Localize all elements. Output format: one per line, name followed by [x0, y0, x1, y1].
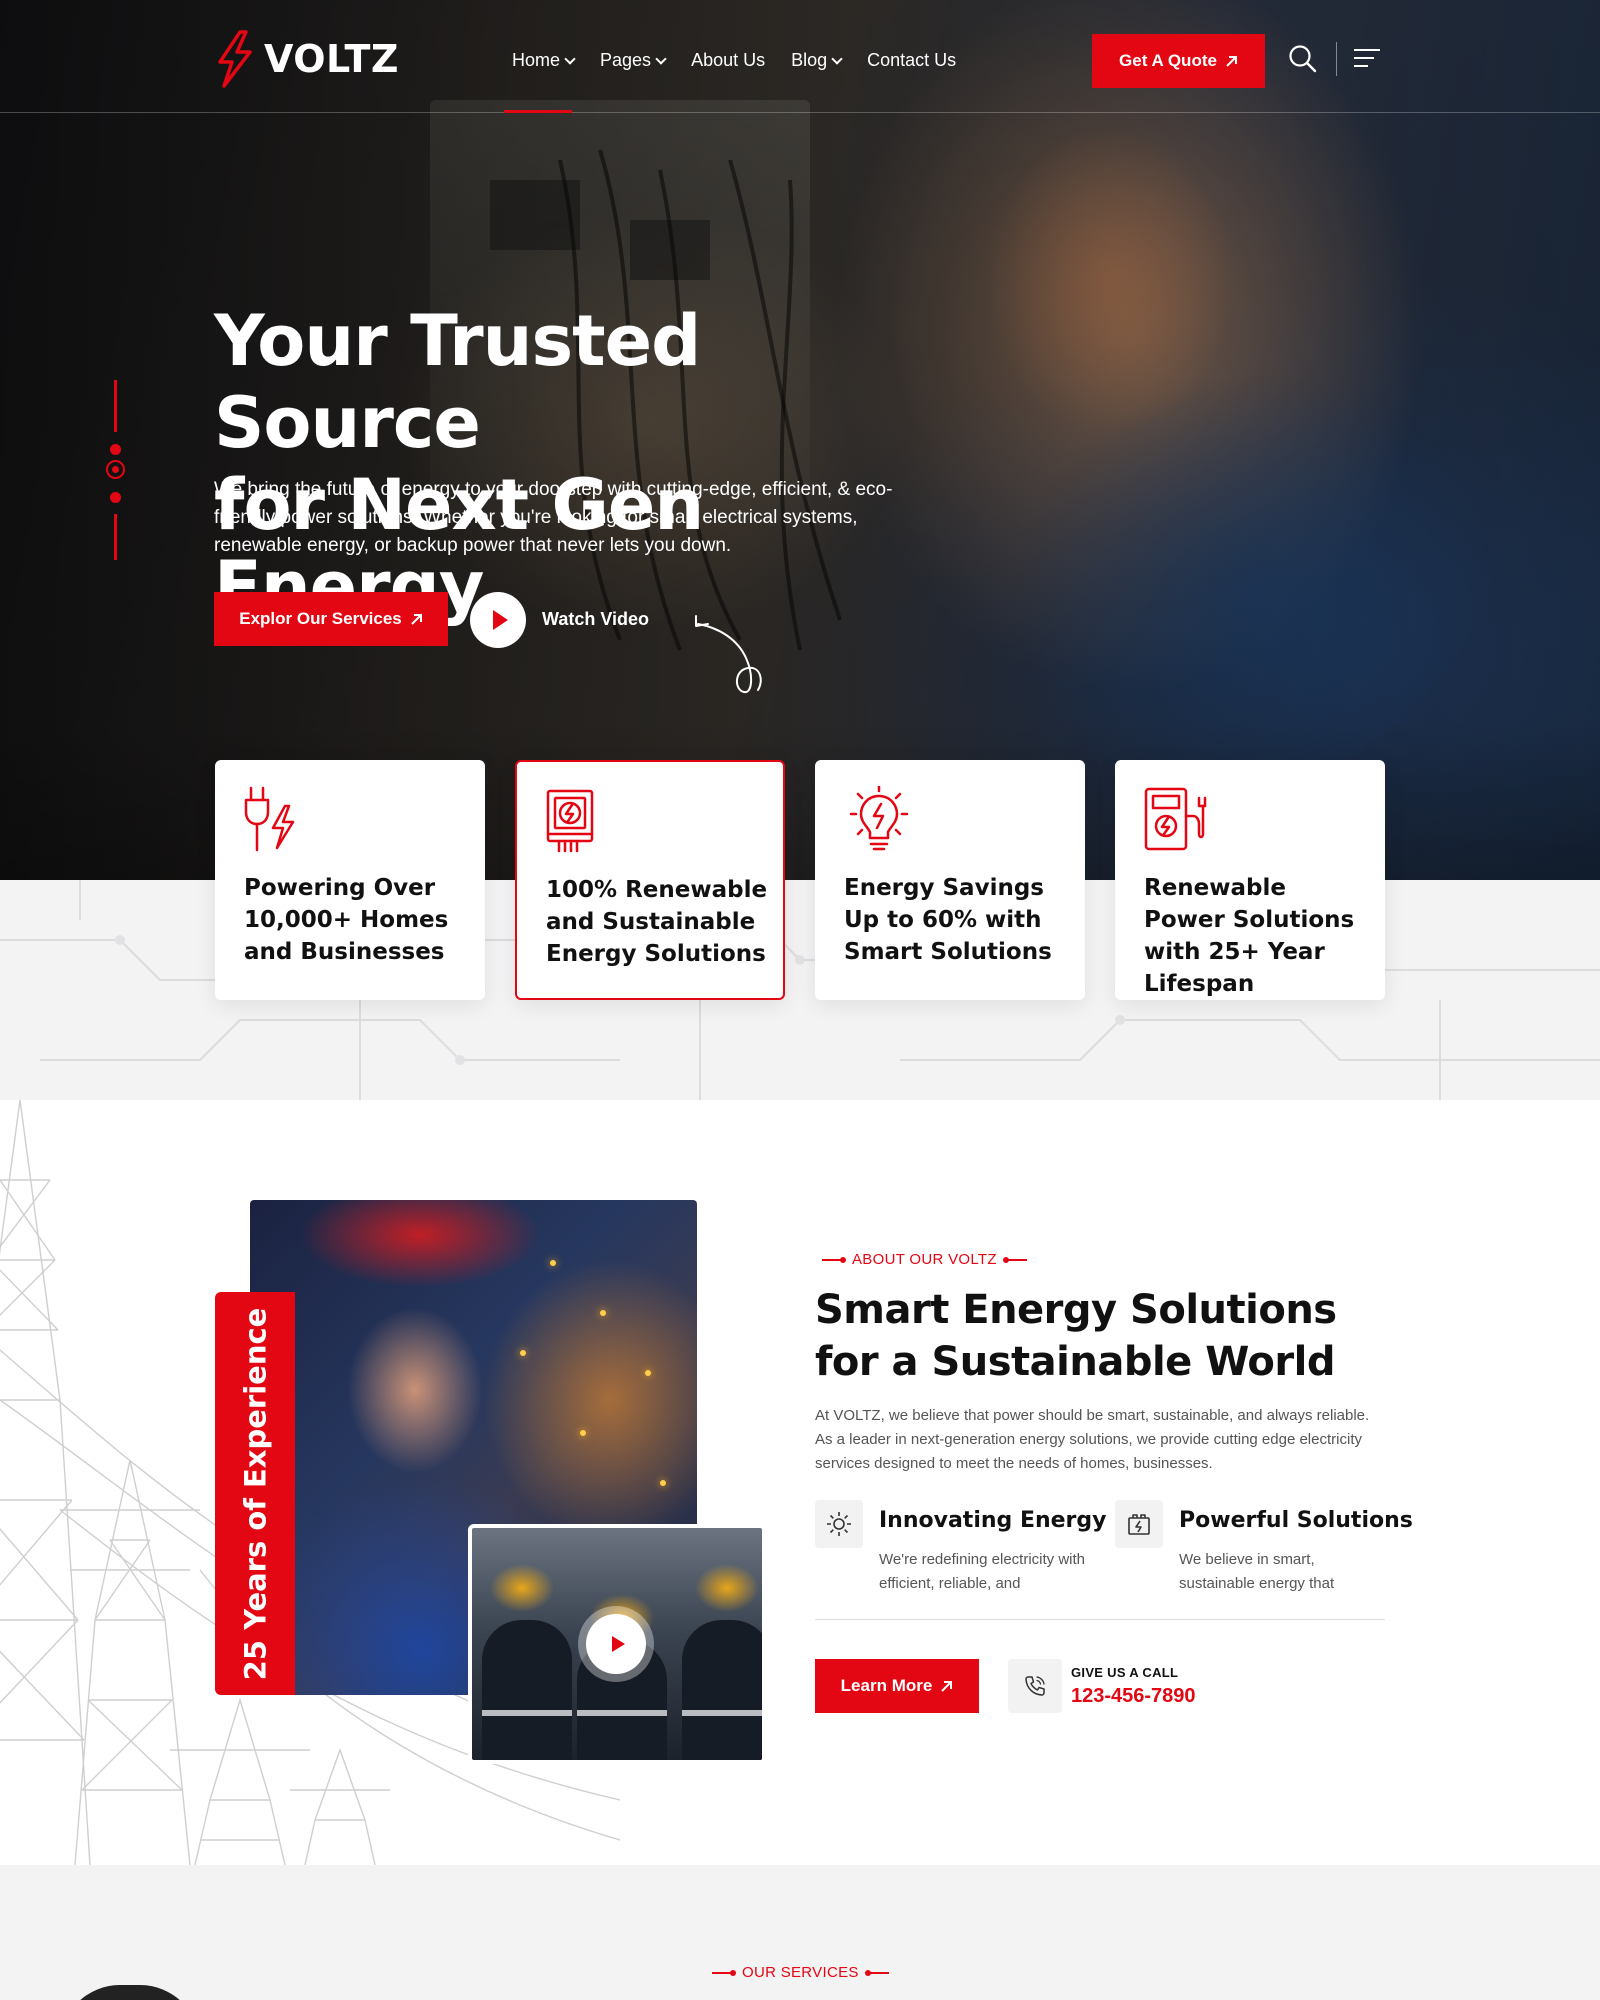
- nav-item-label: Home: [512, 50, 561, 70]
- about-feature-title: Powerful Solutions: [1179, 1508, 1413, 1533]
- watch-video-play-button[interactable]: [470, 592, 526, 648]
- feature-text: Renewable Power Solutions with 25+ Year …: [1144, 875, 1355, 997]
- hamburger-menu-icon[interactable]: [1354, 49, 1380, 73]
- nav-item-contact-us[interactable]: Contact Us: [867, 50, 956, 71]
- eyebrow-line: [712, 1969, 736, 1976]
- image-light-spark: [600, 1310, 606, 1316]
- phone-icon: [1025, 1676, 1045, 1696]
- lightning-logo-icon: [218, 30, 252, 88]
- get-a-quote-button[interactable]: Get A Quote: [1092, 34, 1265, 88]
- arrow-up-right-icon: [1226, 55, 1237, 67]
- about-video-play-button[interactable]: [586, 1614, 646, 1674]
- about-eyebrow: ABOUT OUR VOLTZ: [822, 1251, 1027, 1268]
- site-logo[interactable]: VOLTZ: [214, 30, 399, 88]
- nav-item-label: Pages: [600, 50, 652, 70]
- main-nav: Home Pages About Us Blog Contact Us: [512, 50, 956, 71]
- call-label: GIVE US A CALL: [1071, 1665, 1179, 1680]
- slider-line: [114, 514, 117, 560]
- feature-card-active[interactable]: 100% Renewable and Sustainable Energy So…: [515, 760, 785, 1000]
- nav-item-about-us[interactable]: About Us: [691, 50, 765, 71]
- experience-badge: 25 Years of Experience: [215, 1292, 295, 1695]
- nav-item-blog[interactable]: Blog: [791, 50, 843, 71]
- slider-dot-active[interactable]: [106, 460, 125, 479]
- curly-arrow-icon: [695, 615, 762, 694]
- nav-item-pages[interactable]: Pages: [600, 50, 667, 71]
- about-title-line-2: for a Sustainable World: [815, 1339, 1335, 1385]
- hero-title: Your Trusted Source for Next Gen Energy: [214, 300, 974, 628]
- hero-slider-pagination: [106, 380, 126, 560]
- chevron-down-icon: [564, 52, 576, 65]
- chevron-down-icon: [655, 52, 667, 65]
- nav-item-home[interactable]: Home: [512, 50, 576, 71]
- eyebrow-line: [822, 1256, 846, 1263]
- play-icon: [611, 1636, 625, 1652]
- energy-meter-icon: [546, 789, 594, 853]
- slider-dot[interactable]: [110, 444, 121, 455]
- about-feature-description: We believe in smart, sustainable energy …: [1179, 1551, 1335, 1592]
- learn-more-label: Learn More: [840, 1676, 933, 1695]
- battery-panel-svg: [1128, 1514, 1150, 1535]
- innovation-gear-svg: [827, 1512, 851, 1536]
- about-section: 25 Years of Experience: [0, 1100, 1600, 1865]
- chevron-down-icon: [831, 52, 843, 65]
- nav-active-indicator: [504, 110, 572, 113]
- image-light-spark: [645, 1370, 651, 1376]
- learn-more-button[interactable]: Learn More: [815, 1659, 979, 1713]
- nav-item-label: About Us: [691, 50, 766, 70]
- arrow-up-right-icon: [941, 1680, 953, 1692]
- about-eyebrow-text: ABOUT OUR VOLTZ: [852, 1251, 997, 1268]
- explore-services-button[interactable]: Explor Our Services: [214, 592, 448, 646]
- image-worker: [482, 1620, 572, 1760]
- about-title-line-1: Smart Energy Solutions: [815, 1287, 1337, 1333]
- image-light-spark: [550, 1260, 556, 1266]
- about-feature-title: Innovating Energy: [879, 1508, 1107, 1533]
- eyebrow-line: [1002, 1256, 1027, 1263]
- about-feature-description: We're redefining electricity with effici…: [879, 1551, 1086, 1592]
- slider-dot[interactable]: [110, 492, 121, 503]
- feature-text: 100% Renewable and Sustainable Energy So…: [546, 877, 768, 967]
- nav-item-label: Contact Us: [867, 50, 957, 70]
- image-light-spark: [520, 1350, 526, 1356]
- services-eyebrow-text: OUR SERVICES: [742, 1964, 859, 1981]
- call-number-link[interactable]: 123-456-7890: [1071, 1685, 1196, 1708]
- logo-text: VOLTZ: [264, 37, 399, 81]
- hero-section: VOLTZ Home Pages About Us Blog Contact U…: [0, 0, 1600, 880]
- feature-card[interactable]: Energy Savings Up to 60% with Smart Solu…: [815, 760, 1085, 1000]
- header-divider: [1336, 42, 1337, 76]
- nav-item-label: Blog: [791, 50, 828, 70]
- phone-call-icon[interactable]: [1008, 1659, 1062, 1713]
- feature-text: Energy Savings Up to 60% with Smart Solu…: [844, 875, 1052, 965]
- watch-video-label[interactable]: Watch Video: [542, 609, 649, 630]
- plug-bolt-icon: [244, 786, 295, 852]
- eyebrow-line: [864, 1969, 889, 1976]
- image-worker: [682, 1620, 762, 1760]
- feature-card[interactable]: Renewable Power Solutions with 25+ Year …: [1115, 760, 1385, 1000]
- hero-title-line-1: Your Trusted Source: [214, 300, 701, 464]
- battery-panel-icon: [1115, 1500, 1163, 1548]
- play-icon: [492, 610, 508, 630]
- get-a-quote-label: Get A Quote: [1119, 51, 1217, 70]
- feature-card[interactable]: Powering Over 10,000+ Homes and Business…: [215, 760, 485, 1000]
- site-header: VOLTZ Home Pages About Us Blog Contact U…: [0, 0, 1600, 113]
- hero-description: We bring the future of energy to your do…: [214, 479, 893, 556]
- slider-line: [114, 380, 117, 432]
- about-description: At VOLTZ, we believe that power should b…: [815, 1407, 1370, 1472]
- services-decorative-image: [60, 1985, 200, 2000]
- innovation-gear-icon: [815, 1500, 863, 1548]
- explore-services-label: Explor Our Services: [239, 609, 402, 628]
- lightbulb-bolt-icon: [849, 786, 909, 851]
- image-light-spark: [660, 1480, 666, 1486]
- experience-badge-text: 25 Years of Experience: [238, 1307, 272, 1680]
- about-divider: [815, 1619, 1385, 1620]
- search-icon[interactable]: [1288, 44, 1318, 74]
- services-eyebrow: OUR SERVICES: [712, 1964, 889, 1981]
- image-light-spark: [580, 1430, 586, 1436]
- feature-text: Powering Over 10,000+ Homes and Business…: [244, 875, 449, 965]
- arrow-up-right-icon: [411, 613, 422, 625]
- charging-station-icon: [1144, 787, 1207, 851]
- about-title: Smart Energy Solutions for a Sustainable…: [815, 1284, 1375, 1388]
